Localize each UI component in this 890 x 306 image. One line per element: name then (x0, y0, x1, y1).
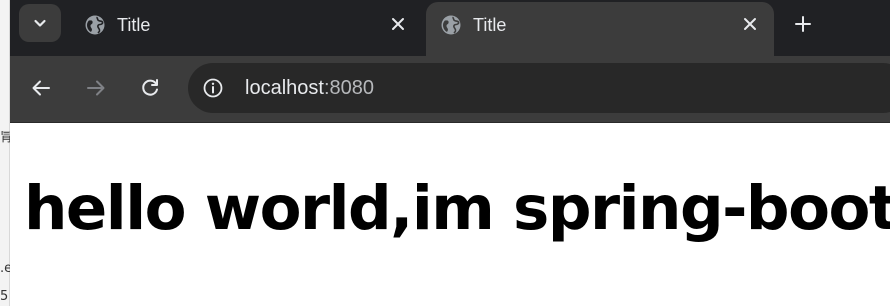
tab-title: Title (117, 15, 151, 35)
background-window-text: .e (0, 262, 10, 276)
url-text[interactable]: localhost:8080 (245, 76, 374, 100)
search-tabs-button[interactable] (19, 4, 61, 42)
arrow-right-icon (87, 80, 105, 96)
browser-window: Title Title localhost:8080 hello world,i… (10, 0, 890, 306)
url-host: localhost (245, 77, 324, 99)
plus-icon (795, 16, 811, 32)
chevron-down-icon (34, 19, 46, 27)
reload-icon (142, 79, 158, 96)
info-icon (203, 78, 223, 98)
arrow-left-icon (32, 80, 50, 96)
globe-icon (441, 15, 461, 35)
url-port: :8080 (323, 77, 374, 99)
tab-close-button[interactable] (736, 10, 764, 38)
close-icon (392, 18, 404, 30)
background-window-edge: 冐 .e 5 (0, 0, 10, 306)
page-heading: hello world,im spring-boot (24, 173, 890, 244)
background-window-text: 5 (0, 290, 9, 304)
back-button[interactable] (25, 72, 57, 104)
tab-close-button[interactable] (384, 10, 412, 38)
tab-2-active[interactable]: Title (426, 2, 774, 56)
navigation-toolbar: localhost:8080 (10, 56, 890, 122)
tab-strip: Title Title (10, 0, 890, 56)
close-icon (744, 18, 756, 30)
reload-button[interactable] (134, 72, 166, 104)
site-info-button[interactable] (201, 76, 225, 100)
tab-1[interactable]: Title (70, 2, 422, 48)
forward-button[interactable] (80, 72, 112, 104)
page-viewport: hello world,im spring-boot (10, 123, 890, 306)
address-bar[interactable]: localhost:8080 (188, 63, 890, 113)
globe-icon (85, 15, 105, 35)
screenshot-stage: 冐 .e 5 Title Title localhost:8080 hello … (0, 0, 890, 306)
new-tab-button[interactable] (788, 9, 818, 39)
background-window-text: 冐 (0, 131, 10, 145)
tab-title: Title (473, 15, 507, 35)
